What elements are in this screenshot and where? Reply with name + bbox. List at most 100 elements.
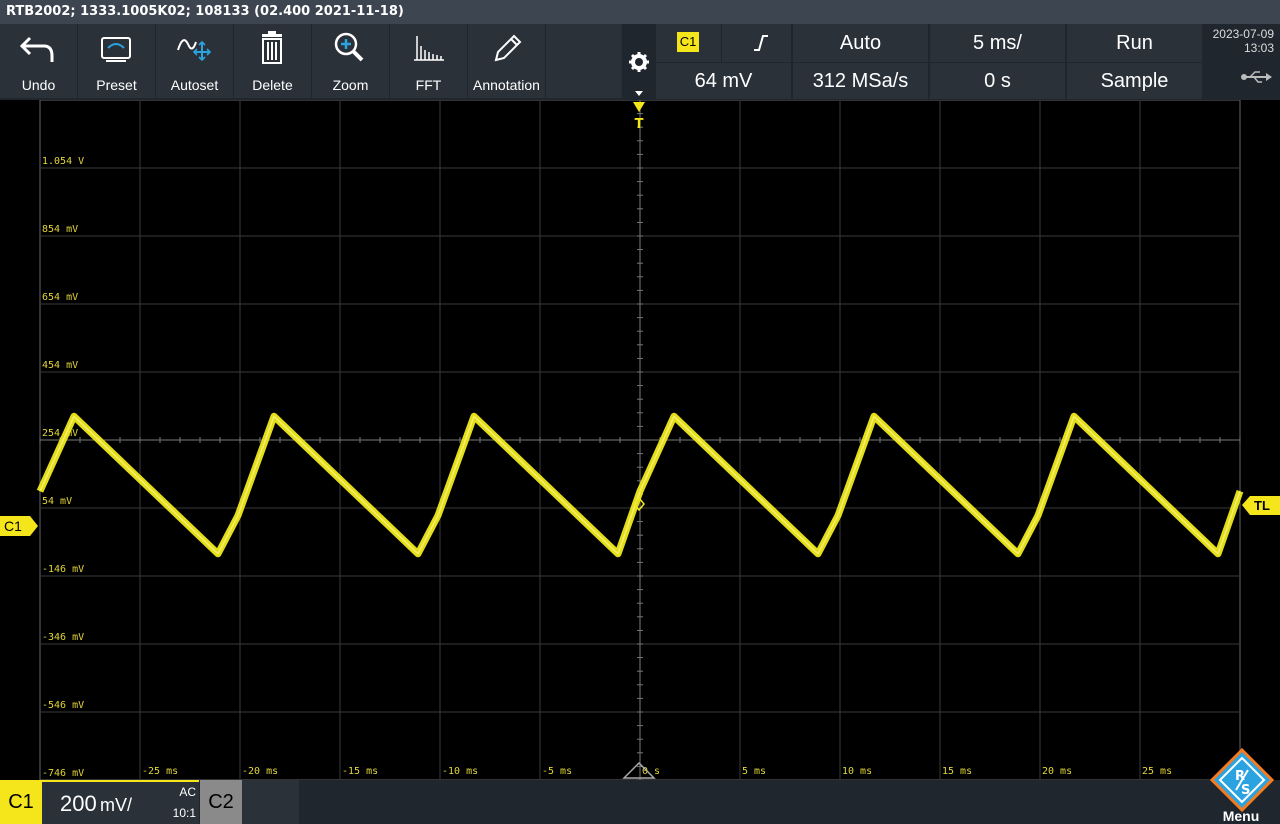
y-axis-label: 254 mV	[42, 428, 78, 439]
toolbar-empty-slot	[546, 24, 622, 98]
cell-divider	[721, 24, 722, 62]
waveform-display[interactable]: 1.054 V 854 mV 654 mV 454 mV 254 mV 54 mV -146…	[0, 100, 1280, 780]
rising-edge-icon	[754, 35, 768, 51]
trace-point	[473, 415, 475, 417]
x-axis-label: -25 ms	[142, 766, 178, 777]
timebase-value: 5 ms/	[973, 32, 1022, 54]
usb-icon	[1241, 71, 1272, 83]
horizontal-position-cell[interactable]: 0 s	[930, 63, 1065, 99]
trigger-mode-cell[interactable]: Auto	[793, 24, 928, 62]
y-axis-label: 1.054 V	[42, 156, 84, 167]
date-text: 2023-07-09	[1212, 27, 1274, 41]
channel2-panel[interactable]	[242, 780, 299, 824]
trace-point	[1217, 553, 1219, 555]
trace-point	[273, 415, 275, 417]
trigger-source-badge: C1	[677, 32, 699, 52]
horizontal-position-value: 0 s	[984, 70, 1011, 92]
rs-logo-icon: R S	[1210, 748, 1274, 812]
trace-point	[237, 515, 239, 516]
annotation-label: Annotation	[473, 77, 540, 93]
channel1-scale-value: 200	[60, 791, 97, 816]
zoom-button[interactable]: Zoom	[312, 24, 389, 98]
y-axis-label: 854 mV	[42, 224, 78, 235]
autoset-icon	[177, 39, 212, 62]
fft-icon	[414, 36, 444, 61]
preset-button[interactable]: Preset	[78, 24, 155, 98]
channel1-scale-unit: mV/	[100, 795, 133, 815]
autoset-button[interactable]: Autoset	[156, 24, 233, 98]
settings-button[interactable]	[623, 24, 655, 100]
delete-label: Delete	[252, 77, 293, 93]
x-axis-label: -20 ms	[242, 766, 278, 777]
trace-point	[217, 553, 219, 555]
fft-label: FFT	[415, 77, 442, 93]
x-axis-label: -5 ms	[542, 766, 572, 777]
undo-icon	[19, 36, 54, 62]
sample-rate-value: 312 MSa/s	[812, 70, 909, 92]
trace-point	[673, 415, 675, 417]
trash-icon	[262, 31, 282, 64]
trace-point	[837, 515, 839, 516]
preset-label: Preset	[96, 77, 137, 93]
y-axis-label: -146 mV	[42, 564, 84, 575]
menu-label: Menu	[1222, 808, 1260, 824]
channel2-button-label: C2	[208, 791, 234, 813]
x-axis-label: 20 ms	[1042, 766, 1072, 777]
channel1-marker-label: C1	[4, 518, 22, 534]
channel1-scale-panel[interactable]: 200 mV/ AC 10:1	[42, 780, 199, 824]
x-axis-label: 10 ms	[842, 766, 872, 777]
y-axis-label: -346 mV	[42, 632, 84, 643]
svg-text:S: S	[1241, 783, 1250, 798]
trace-point	[417, 553, 419, 555]
channel1-button[interactable]: C1	[0, 780, 42, 824]
bottom-bar: C1 200 mV/ AC 10:1 C2 R S Menu	[0, 748, 1280, 824]
channel1-offset-marker[interactable]: C1	[0, 516, 38, 536]
trace-point	[73, 415, 75, 417]
undo-button[interactable]: Undo	[0, 24, 77, 98]
trigger-level-value: 64 mV	[694, 70, 753, 92]
trace-point	[1017, 553, 1019, 555]
date-time-display: 2023-07-09 13:03	[1204, 24, 1280, 100]
x-axis-label: 25 ms	[1142, 766, 1172, 777]
trace-point	[617, 553, 619, 555]
title-bar: RTB2002; 1333.1005K02; 108133 (02.400 20…	[0, 0, 1280, 24]
y-axis-label: 454 mV	[42, 360, 78, 371]
trigger-source-cell[interactable]: C1	[656, 24, 791, 62]
trigger-mode-value: Auto	[839, 32, 882, 54]
gear-icon	[629, 52, 649, 96]
delete-button[interactable]: Delete	[234, 24, 311, 98]
trace-point	[437, 515, 439, 516]
trigger-level-cell[interactable]: 64 mV	[656, 63, 791, 99]
trace-point	[1073, 415, 1075, 417]
trace-point	[639, 490, 641, 492]
annotation-button[interactable]: Annotation	[468, 24, 545, 98]
trigger-level-marker-label: TL	[1254, 498, 1270, 513]
trigger-marker-label: T	[635, 117, 644, 132]
autoset-label: Autoset	[170, 77, 219, 93]
time-text: 13:03	[1243, 41, 1274, 55]
pencil-icon	[494, 34, 522, 62]
trace-point	[873, 415, 875, 417]
timebase-cell[interactable]: 5 ms/	[930, 24, 1065, 62]
channel1-button-label: C1	[8, 791, 34, 813]
trace-point	[39, 490, 41, 492]
x-axis-label: 5 ms	[742, 766, 766, 777]
y-axis-label: -746 mV	[42, 768, 84, 779]
trace-point	[1037, 515, 1039, 516]
fft-button[interactable]: FFT	[390, 24, 467, 98]
run-stop-cell[interactable]: Run	[1067, 24, 1202, 62]
sample-rate-cell[interactable]: 312 MSa/s	[793, 63, 928, 99]
channel1-coupling: AC	[179, 785, 196, 799]
menu-button[interactable]: R S Menu	[1202, 748, 1280, 824]
x-axis-label: 15 ms	[942, 766, 972, 777]
trace-point	[817, 553, 819, 555]
y-axis-label: -546 mV	[42, 700, 84, 711]
channel2-button[interactable]: C2	[200, 780, 242, 824]
y-axis-label: 54 mV	[42, 496, 72, 507]
acquisition-mode-cell[interactable]: Sample	[1067, 63, 1202, 99]
run-state-value: Run	[1116, 32, 1153, 54]
channel1-probe-ratio: 10:1	[172, 806, 196, 820]
preset-icon	[101, 37, 131, 62]
undo-label: Undo	[21, 77, 56, 93]
x-axis-label: -15 ms	[342, 766, 378, 777]
